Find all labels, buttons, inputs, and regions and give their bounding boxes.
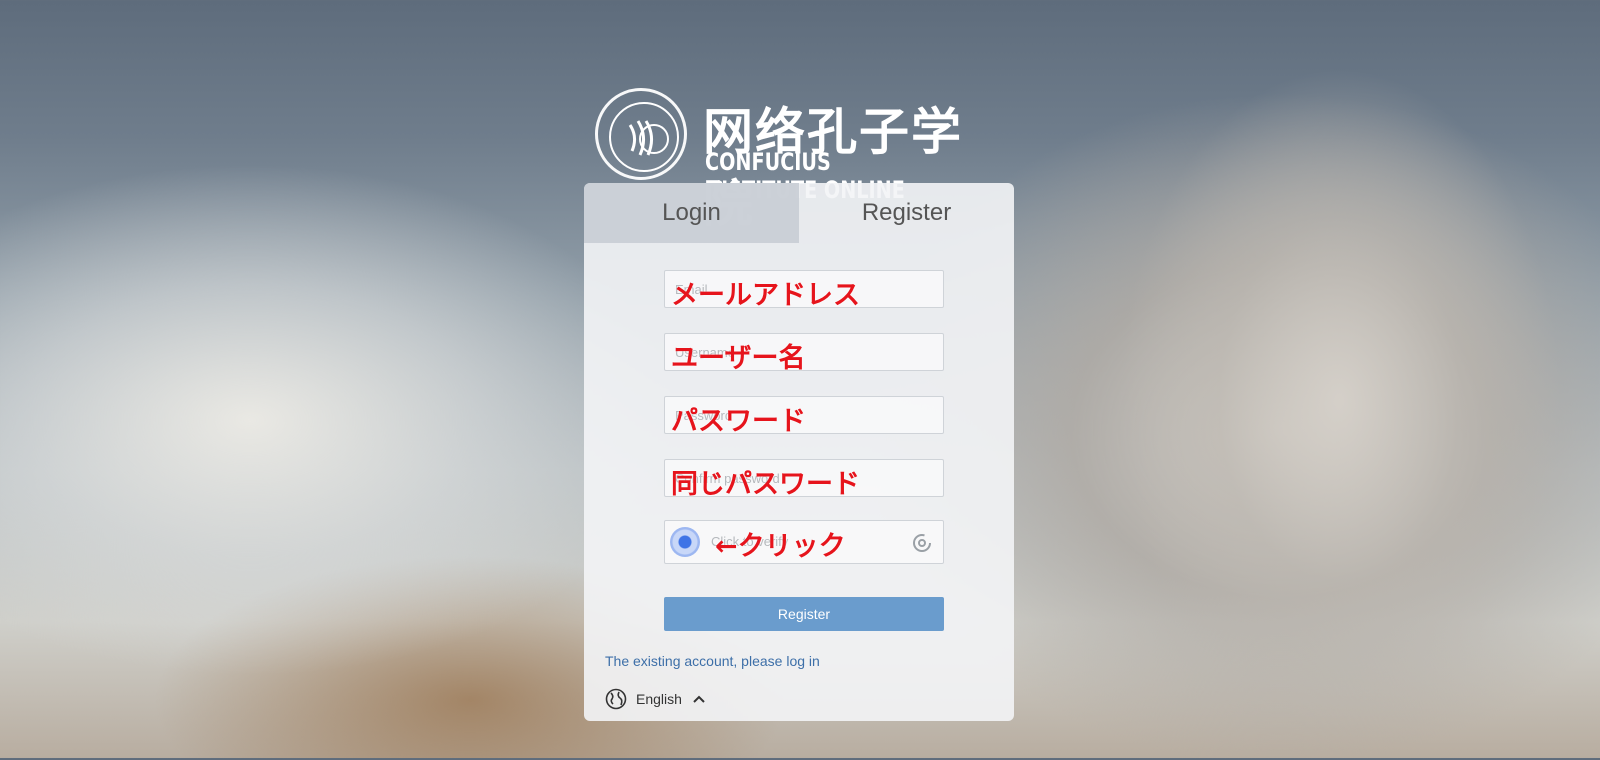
- captcha-verify-button[interactable]: Click to verify ←クリック: [664, 520, 944, 564]
- refresh-icon[interactable]: [911, 532, 933, 554]
- language-selector[interactable]: English: [605, 686, 706, 712]
- existing-account-login-link[interactable]: The existing account, please log in: [605, 653, 820, 669]
- site-logo[interactable]: 网络孔子学院 CONFUCIUS INSTITUTE ONLINE: [595, 88, 1010, 233]
- auth-tabs: Login Register: [584, 183, 1014, 243]
- username-input[interactable]: [665, 334, 943, 370]
- chevron-up-icon: [693, 695, 705, 703]
- confucius-seal-logo: [595, 88, 687, 180]
- language-label: English: [636, 691, 682, 707]
- auth-panel: Login Register メールアドレス ユーザー名 パスワード 同じパスワ…: [584, 183, 1014, 721]
- captcha-dot-icon: [670, 527, 700, 557]
- tab-login[interactable]: Login: [584, 183, 799, 243]
- background-statue: [1110, 40, 1580, 760]
- username-field[interactable]: ユーザー名: [664, 333, 944, 374]
- captcha-annotation: ←クリック: [715, 531, 846, 562]
- tab-register[interactable]: Register: [799, 183, 1014, 243]
- email-field[interactable]: メールアドレス: [664, 270, 944, 311]
- password-input[interactable]: [665, 397, 943, 433]
- confirm-password-input[interactable]: [665, 460, 943, 496]
- email-input[interactable]: [665, 271, 943, 307]
- confirm-password-field[interactable]: 同じパスワード: [664, 459, 944, 500]
- password-field[interactable]: パスワード: [664, 396, 944, 437]
- globe-icon: [605, 688, 627, 710]
- register-button[interactable]: Register: [664, 597, 944, 631]
